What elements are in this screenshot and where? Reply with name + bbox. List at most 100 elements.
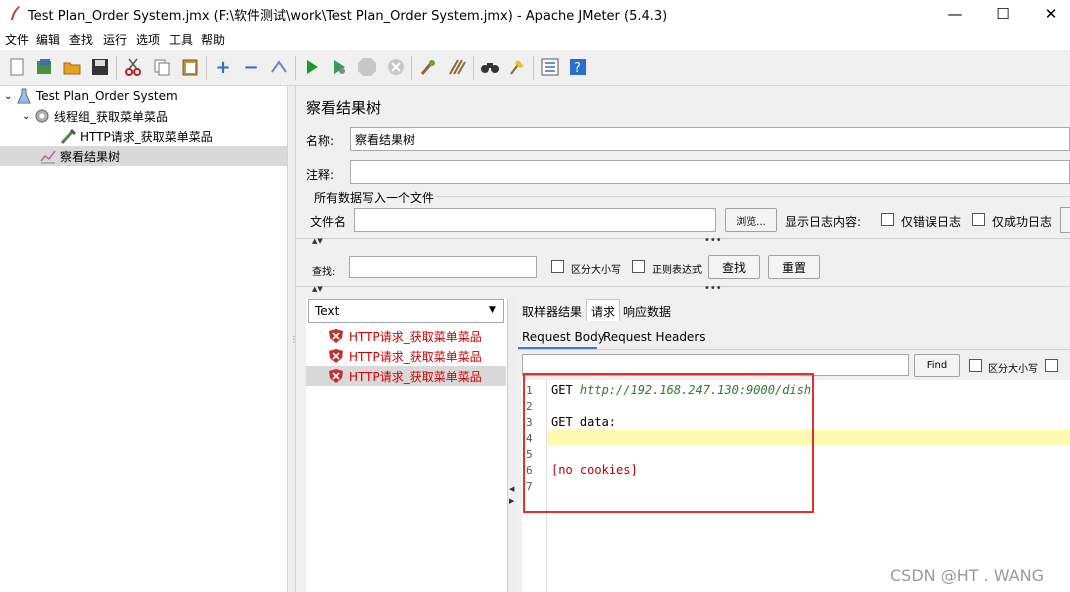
results-splitter[interactable]: ◀ ▶ [507, 299, 517, 592]
toggle-icon[interactable] [268, 56, 290, 78]
shutdown-icon[interactable] [385, 56, 407, 78]
renderer-select[interactable]: Text ▼ [308, 299, 504, 323]
templates-icon[interactable] [33, 56, 55, 78]
tab-request-label: 请求 [591, 305, 616, 319]
success-only-label: 仅成功日志 [992, 215, 1053, 229]
close-button[interactable]: ✕ [1028, 0, 1070, 28]
clear-icon[interactable] [417, 56, 439, 78]
new-icon[interactable] [6, 56, 28, 78]
body-regex-checkbox[interactable] [1045, 359, 1058, 372]
body-find-button[interactable]: Find [914, 354, 960, 377]
tree-node-view-results-tree[interactable]: 察看结果树 [0, 146, 287, 166]
filename-label: 文件名 [310, 215, 347, 229]
search-binoculars-icon[interactable] [479, 56, 501, 78]
filename-field[interactable] [354, 208, 716, 232]
tab-sampler-result[interactable]: 取样器结果 [522, 303, 582, 320]
result-item[interactable]: HTTP请求_获取菜单菜品 [306, 346, 506, 366]
errors-only-label: 仅错误日志 [901, 215, 962, 229]
tree-label-http-request: HTTP请求_获取菜单菜品 [80, 129, 213, 144]
annotation-box [523, 373, 814, 513]
result-item-selected[interactable]: HTTP请求_获取菜单菜品 [306, 366, 506, 386]
results-list-pane: Text ▼ HTTP请求_获取菜单菜品 HTTP请求_获取菜单菜品 HTTP请… [306, 299, 507, 592]
open-icon[interactable] [61, 56, 83, 78]
help-icon[interactable]: ? [567, 56, 589, 78]
tree-node-http-request[interactable]: HTTP请求_获取菜单菜品 [60, 126, 213, 146]
function-helper-icon[interactable] [539, 56, 561, 78]
body-case-label: 区分大小写 [988, 364, 1038, 375]
chevron-down-icon[interactable]: ▼ [489, 305, 496, 315]
minimize-button[interactable]: — [932, 0, 978, 28]
search-case-checkbox[interactable] [551, 260, 564, 273]
search-divider[interactable]: ▲▼ ••• [296, 283, 1070, 295]
find-button[interactable]: 查找 [708, 255, 760, 279]
cut-icon[interactable] [122, 56, 144, 78]
result-item-label: HTTP请求_获取菜单菜品 [349, 369, 482, 384]
menu-edit[interactable]: 编辑 [36, 31, 60, 48]
comment-field[interactable] [350, 160, 1070, 184]
svg-text:?: ? [574, 61, 581, 76]
section-rule [436, 196, 1070, 197]
subtab-request-headers[interactable]: Request Headers [603, 330, 706, 344]
jmeter-feather-icon [9, 6, 21, 20]
search-regex-checkbox[interactable] [632, 260, 645, 273]
renderer-select-value: Text [315, 304, 340, 318]
log-content-label: 显示日志内容: [785, 215, 862, 229]
start-icon[interactable] [301, 56, 323, 78]
search-label: 查找: [312, 267, 336, 278]
tree-label-test-plan: Test Plan_Order System [36, 89, 178, 103]
reset-search-icon[interactable] [506, 56, 528, 78]
collapse-icon[interactable]: − [240, 56, 262, 78]
copy-icon[interactable] [151, 56, 173, 78]
chevron-down-icon[interactable]: ⌄ [22, 111, 34, 122]
name-label: 名称: [306, 134, 335, 148]
toolbar: + − ? [0, 50, 1070, 86]
file-section-label: 所有数据写入一个文件 [314, 191, 435, 205]
errors-only-checkbox[interactable] [881, 213, 894, 226]
title-bar: Test Plan_Order System.jmx (F:\软件测试\work… [0, 0, 1070, 28]
window-title: Test Plan_Order System.jmx (F:\软件测试\work… [28, 9, 668, 24]
success-only-checkbox[interactable] [972, 213, 985, 226]
browse-button[interactable]: 浏览... [725, 208, 777, 232]
configure-button-edge[interactable] [1060, 207, 1070, 233]
expand-icon[interactable]: + [212, 56, 234, 78]
tree-node-test-plan[interactable]: ⌄ Test Plan_Order System [4, 86, 178, 106]
result-item-label: HTTP请求_获取菜单菜品 [349, 349, 482, 364]
maximize-button[interactable]: ☐ [980, 0, 1026, 28]
menu-help[interactable]: 帮助 [201, 31, 225, 48]
search-case-label: 区分大小写 [571, 265, 621, 276]
paste-icon[interactable] [179, 56, 201, 78]
tree-label-view-results-tree: 察看结果树 [60, 149, 121, 164]
clear-all-icon[interactable] [446, 56, 468, 78]
test-plan-flask-icon [16, 88, 32, 104]
search-input[interactable] [349, 256, 537, 278]
chevron-down-icon[interactable]: ⌄ [4, 91, 16, 102]
start-no-pauses-icon[interactable] [328, 56, 350, 78]
menu-search[interactable]: 查找 [69, 31, 93, 48]
menu-tools[interactable]: 工具 [169, 31, 193, 48]
tree-node-thread-group[interactable]: ⌄ 线程组_获取菜单菜品 [22, 106, 168, 126]
main-splitter[interactable]: ⋮ [287, 86, 298, 592]
save-icon[interactable] [89, 56, 111, 78]
menu-run[interactable]: 运行 [103, 31, 127, 48]
error-shield-icon [328, 328, 344, 344]
panel-title: 察看结果树 [306, 99, 382, 117]
result-item[interactable]: HTTP请求_获取菜单菜品 [306, 326, 506, 346]
watermark: CSDN @HT . WANG [890, 566, 1045, 585]
menu-options[interactable]: 选项 [136, 31, 160, 48]
error-shield-icon [328, 348, 344, 364]
subtab-request-body[interactable]: Request Body [522, 330, 605, 344]
result-item-label: HTTP请求_获取菜单菜品 [349, 329, 482, 344]
tab-response-data[interactable]: 响应数据 [623, 303, 671, 320]
search-regex-label: 正则表达式 [652, 265, 702, 276]
stop-icon[interactable] [356, 56, 378, 78]
menu-file[interactable]: 文件 [5, 31, 29, 48]
section-divider[interactable]: ▲▼ ••• [296, 235, 1070, 247]
test-plan-tree: ⌄ Test Plan_Order System ⌄ 线程组_获取菜单菜品 HT… [0, 86, 287, 592]
name-field[interactable]: 察看结果树 [350, 127, 1070, 151]
view-results-tree-panel: 察看结果树 名称: 察看结果树 注释: 所有数据写入一个文件 文件名 浏览...… [296, 86, 1070, 592]
error-shield-icon [328, 368, 344, 384]
sampler-pipette-icon [60, 128, 76, 144]
body-case-checkbox[interactable] [969, 359, 982, 372]
reset-button[interactable]: 重置 [768, 255, 820, 279]
gear-icon [34, 108, 50, 124]
